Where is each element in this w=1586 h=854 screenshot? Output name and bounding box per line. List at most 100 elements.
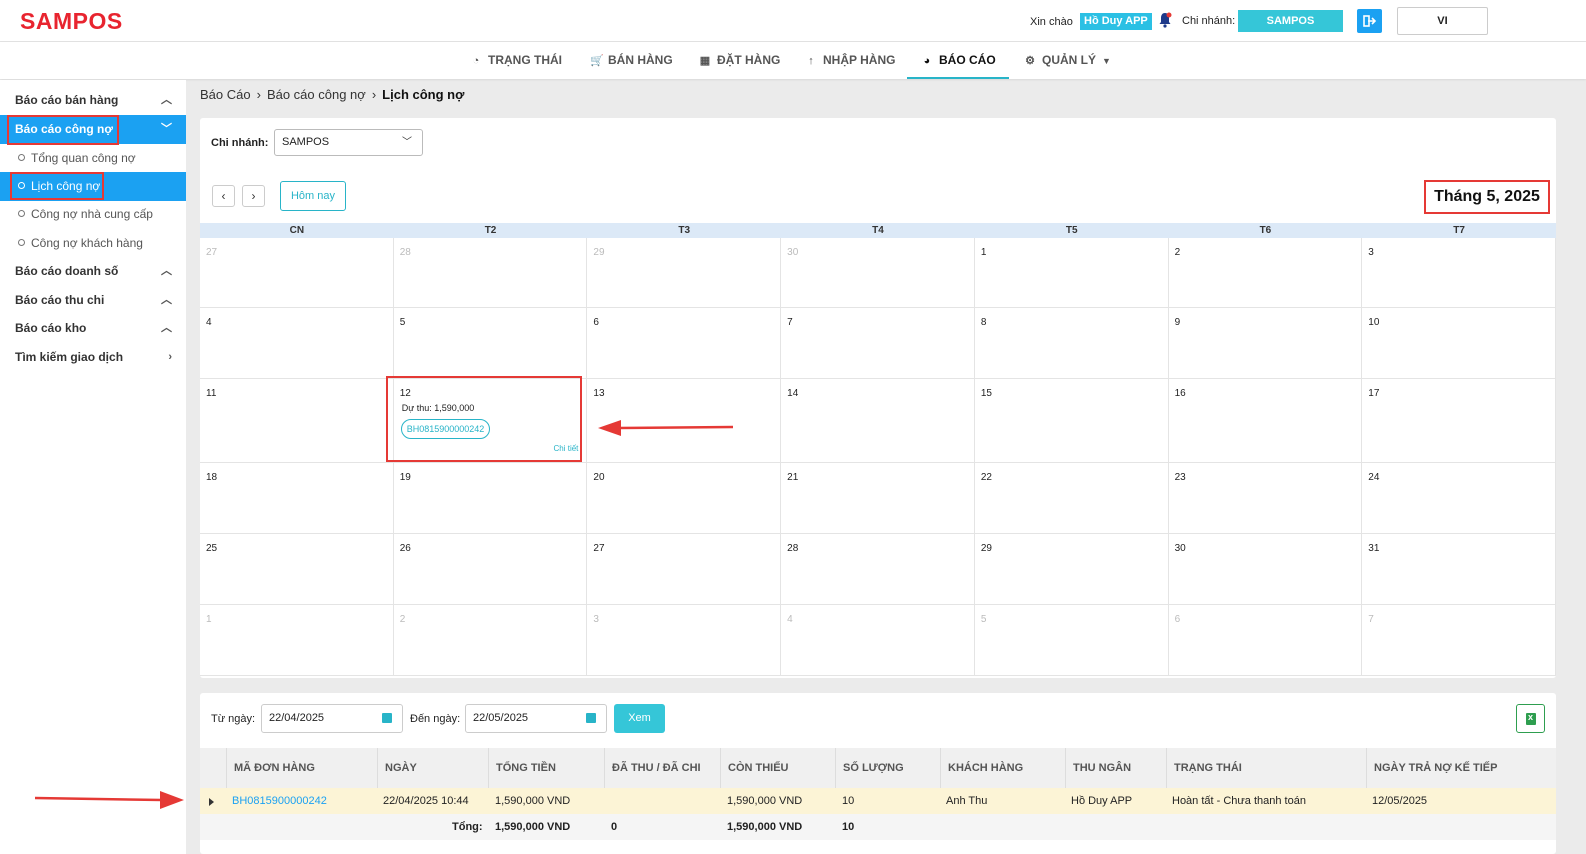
language-button[interactable]: VI (1397, 7, 1488, 35)
sidebar-item-bao-cao-thu-chi[interactable]: Báo cáo thu chi ︿ (0, 286, 186, 315)
calendar-weekday-header: CN T2 T3 T4 T5 T6 T7 (200, 223, 1556, 238)
column-header[interactable]: TỔNG TIỀN (488, 748, 604, 788)
column-header[interactable]: CÒN THIẾU (720, 748, 835, 788)
calendar-day-cell[interactable]: 18 (200, 463, 394, 534)
column-header[interactable]: ĐÃ THU / ĐÃ CHI (604, 748, 720, 788)
calendar-day-cell[interactable]: 10 (1362, 308, 1556, 379)
sidebar-item-bao-cao-ban-hang[interactable]: Báo cáo bán hàng ︿ (0, 86, 186, 115)
calendar-day-cell[interactable]: 29 (974, 534, 1169, 605)
calendar-day-cell[interactable]: 17 (1362, 379, 1556, 463)
expand-row-icon[interactable] (209, 798, 214, 806)
nav-ban-hang[interactable]: 🛒 BÁN HÀNG (590, 42, 673, 79)
calendar-day-cell[interactable]: 13 (587, 379, 782, 463)
weekday-label: T2 (484, 225, 497, 236)
calendar-day-cell[interactable]: 3 (587, 605, 782, 676)
calendar-day-cell[interactable]: 16 (1168, 379, 1363, 463)
nav-bao-cao[interactable]: ◕ BÁO CÁO (907, 42, 1009, 79)
calendar-day-cell[interactable]: 31 (1362, 534, 1556, 605)
column-header[interactable]: THU NGÂN (1065, 748, 1166, 788)
calendar-day-cell[interactable]: 8 (974, 308, 1169, 379)
nav-nhap-hang[interactable]: ↑ NHẬP HÀNG (805, 42, 895, 79)
from-date-input[interactable]: 22/04/2025 (261, 704, 403, 733)
column-header[interactable]: NGÀY TRẢ NỢ KẾ TIẾP (1366, 748, 1556, 788)
calendar-day-cell[interactable]: 5 (974, 605, 1169, 676)
to-date-label: Đến ngày: (410, 713, 461, 725)
calendar-day-cell[interactable]: 7 (1362, 605, 1556, 676)
column-header[interactable]: MÃ ĐƠN HÀNG (226, 748, 377, 788)
calendar-day-cell[interactable]: 28 (781, 534, 975, 605)
user-name-badge[interactable]: Hồ Duy APP (1080, 13, 1152, 30)
calendar-day-cell[interactable]: 11 (200, 379, 394, 463)
nav-dat-hang[interactable]: ▦ ĐẶT HÀNG (699, 42, 781, 79)
calendar-day-cell[interactable]: 1 (974, 238, 1169, 308)
day-number: 8 (980, 317, 987, 328)
cell-date: 22/04/2025 10:44 (383, 795, 469, 807)
calendar-day-cell[interactable]: 30 (781, 238, 975, 308)
day-number: 4 (787, 614, 793, 625)
excel-icon (1526, 712, 1536, 725)
chevron-up-icon: ︿ (161, 294, 172, 306)
column-header[interactable]: NGÀY (377, 748, 488, 788)
order-code-link[interactable]: BH0815900000242 (232, 788, 327, 814)
calendar-day-cell[interactable]: 25 (200, 534, 394, 605)
column-header[interactable]: KHÁCH HÀNG (940, 748, 1065, 788)
calendar-day-cell[interactable]: 28 (393, 238, 588, 308)
sidebar-item-bao-cao-doanh-so[interactable]: Báo cáo doanh số ︿ (0, 257, 186, 286)
debt-list-panel: Từ ngày: 22/04/2025 Đến ngày: 22/05/2025… (200, 693, 1556, 854)
calendar-day-cell[interactable]: 27 (587, 534, 782, 605)
to-date-input[interactable]: 22/05/2025 (465, 704, 607, 733)
today-button[interactable]: Hôm nay (280, 181, 346, 211)
branch-select[interactable]: SAMPOS ﹀ (274, 129, 423, 156)
sidebar-item-tong-quan-cong-no[interactable]: Tổng quan công nợ (0, 144, 186, 173)
view-button[interactable]: Xem (614, 704, 665, 733)
sidebar-item-bao-cao-kho[interactable]: Báo cáo kho ︿ (0, 314, 186, 343)
calendar-day-cell[interactable]: 6 (587, 308, 782, 379)
next-month-button[interactable]: › (242, 185, 265, 207)
breadcrumb-item[interactable]: Báo Cáo (200, 87, 251, 102)
column-header[interactable]: TRẠNG THÁI (1166, 748, 1366, 788)
branch-selector-button[interactable]: SAMPOS (1238, 10, 1343, 32)
calendar-day-cell[interactable]: 14 (781, 379, 975, 463)
calendar-day-cell[interactable]: 2 (1168, 238, 1363, 308)
calendar-day-cell[interactable]: 24 (1362, 463, 1556, 534)
calendar-day-cell[interactable]: 23 (1168, 463, 1363, 534)
gear-icon: ⚙ (1025, 55, 1035, 67)
calendar-day-cell[interactable]: 3 (1362, 238, 1556, 308)
calendar-day-cell[interactable]: 5 (393, 308, 588, 379)
sidebar-item-tim-kiem-giao-dich[interactable]: Tìm kiếm giao dịch › (0, 343, 186, 372)
calendar-day-cell[interactable]: 9 (1168, 308, 1363, 379)
calendar-day-cell[interactable]: 30 (1168, 534, 1363, 605)
bell-icon[interactable] (1158, 12, 1172, 28)
calendar-day-cell[interactable]: 21 (781, 463, 975, 534)
calendar-day-cell[interactable]: 15 (974, 379, 1169, 463)
calendar-day-cell[interactable]: 20 (587, 463, 782, 534)
calendar-day-cell[interactable]: 26 (393, 534, 588, 605)
column-header[interactable]: SỐ LƯỢNG (835, 748, 940, 788)
sidebar-item-cong-no-nha-cung-cap[interactable]: Công nợ nhà cung cấp (0, 200, 186, 229)
logout-button[interactable] (1357, 9, 1382, 33)
export-excel-button[interactable] (1516, 704, 1545, 733)
nav-trang-thai[interactable]: ◔ TRẠNG THÁI (470, 42, 562, 79)
calendar-day-cell[interactable]: 22 (974, 463, 1169, 534)
nav-quan-ly[interactable]: ⚙ QUẢN LÝ ▼ (1024, 42, 1111, 79)
calendar-day-cell[interactable]: 7 (781, 308, 975, 379)
calendar-day-cell[interactable]: 4 (200, 308, 394, 379)
day-number: 28 (399, 247, 411, 258)
calendar-day-cell[interactable]: 2 (393, 605, 588, 676)
prev-month-button[interactable]: ‹ (212, 185, 235, 207)
calendar-day-cell[interactable]: 27 (200, 238, 394, 308)
breadcrumb-item[interactable]: Báo cáo công nợ (267, 87, 366, 102)
calendar-day-cell[interactable]: 6 (1168, 605, 1363, 676)
logo[interactable]: SAMPOS (20, 8, 123, 35)
sidebar-item-cong-no-khach-hang[interactable]: Công nợ khách hàng (0, 229, 186, 258)
calendar-day-cell[interactable]: 29 (587, 238, 782, 308)
chevron-right-icon: › (251, 189, 256, 203)
total-label: Tổng: (452, 821, 483, 833)
calendar-day-cell[interactable]: 4 (781, 605, 975, 676)
day-number: 30 (787, 247, 799, 258)
day-number: 5 (399, 317, 406, 328)
calendar-day-cell[interactable]: 19 (393, 463, 588, 534)
table-row[interactable]: BH0815900000242 22/04/2025 10:44 1,590,0… (200, 788, 1556, 814)
calendar-day-cell[interactable]: 1 (200, 605, 394, 676)
day-number: 24 (1368, 472, 1380, 483)
